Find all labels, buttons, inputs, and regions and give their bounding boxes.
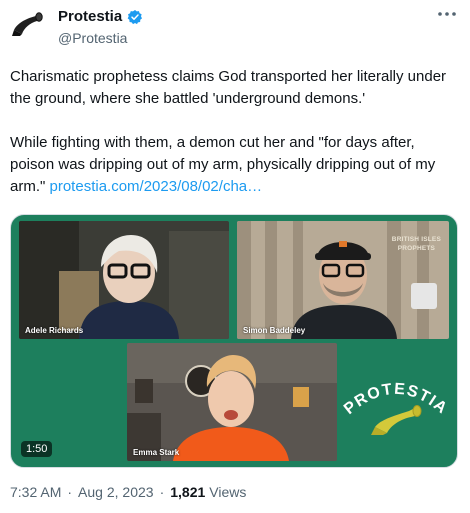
video-player[interactable]: Adele Richards BRITISH ISLES PROPHETS Si… [10, 214, 458, 468]
separator-dot: · [67, 484, 73, 500]
post-time[interactable]: 7:32 AM [10, 484, 61, 500]
brand-text: PROTESTIA [341, 381, 449, 418]
views-label: Views [209, 484, 247, 500]
tweet-paragraph-2: While fighting with them, a demon cut he… [10, 132, 462, 198]
participant-name: Emma Stark [133, 448, 180, 457]
watermark-line-1: BRITISH ISLES [391, 236, 441, 243]
participant-name: Simon Baddeley [243, 326, 306, 335]
tweet-link[interactable]: protestia.com/2023/08/02/cha… [50, 178, 263, 195]
watermark-line-2: PROPHETS [397, 245, 436, 252]
shofar-brand-icon [371, 405, 422, 435]
participant-video-adele [19, 221, 229, 339]
views-count: 1,821 [170, 484, 206, 500]
display-name[interactable]: Protestia [58, 8, 122, 25]
svg-text:PROTESTIA: PROTESTIA [341, 381, 451, 418]
participant-video-emma [127, 343, 337, 461]
verified-badge-icon [127, 9, 143, 24]
video-tile-adele: Adele Richards [19, 221, 229, 339]
video-duration: 1:50 [21, 441, 53, 457]
video-tile-emma: Emma Stark [127, 343, 337, 461]
more-options-icon[interactable] [436, 6, 458, 22]
avatar[interactable] [10, 8, 44, 42]
tweet-paragraph-1: Charismatic prophetess claims God transp… [10, 68, 447, 107]
tweet-footer: 7:32 AM · Aug 2, 2023 · 1,821 Views [10, 484, 246, 500]
tweet-text: Charismatic prophetess claims God transp… [10, 66, 462, 198]
protestia-brand-logo: PROTESTIA [341, 381, 451, 435]
broadcast-watermark: BRITISH ISLES PROPHETS [392, 235, 441, 253]
participant-name: Adele Richards [25, 326, 84, 335]
name-row: Protestia [58, 8, 143, 25]
video-tile-simon: BRITISH ISLES PROPHETS Simon Baddeley [237, 221, 449, 339]
tweet-header: Protestia @Protestia [0, 0, 470, 52]
post-date[interactable]: Aug 2, 2023 [78, 484, 154, 500]
separator-dot: · [159, 484, 165, 500]
shofar-logo-icon [12, 12, 43, 36]
handle[interactable]: @Protestia [58, 30, 127, 46]
